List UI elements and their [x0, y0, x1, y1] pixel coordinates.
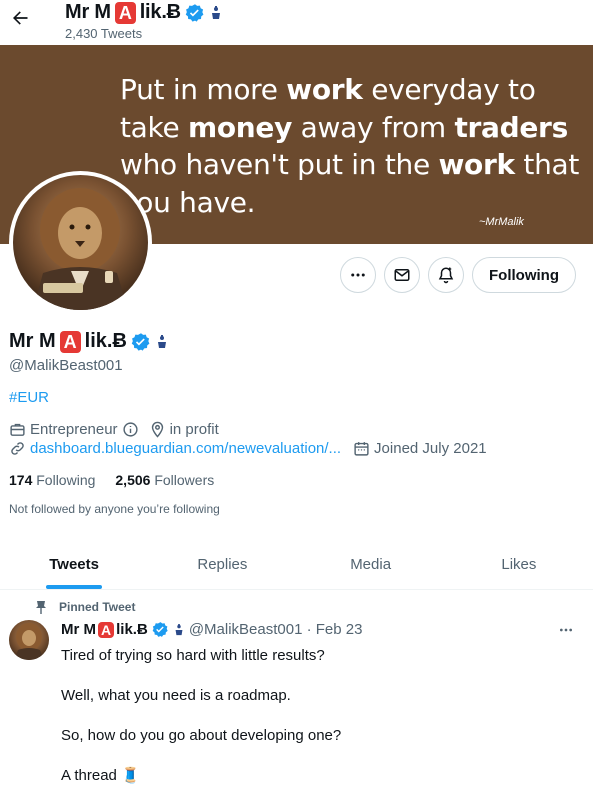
briefcase-icon — [10, 423, 25, 436]
tweet-more-button[interactable] — [555, 620, 577, 640]
shield-badge-icon — [209, 5, 223, 21]
follow-counts: 174 Following 2,506 Followers — [9, 472, 214, 488]
more-options-button[interactable] — [340, 257, 376, 293]
joined-item: Joined July 2021 — [353, 440, 487, 457]
following-label: Following — [36, 472, 96, 488]
header-name-prefix: Mr M — [65, 1, 111, 23]
back-arrow-icon[interactable] — [8, 6, 32, 30]
tab-label: Likes — [501, 556, 537, 573]
header-name: Mr M Alik.Ƀ — [65, 1, 223, 24]
followers-count-link[interactable]: 2,506 Followers — [115, 472, 214, 488]
tweet-name-red-a: A — [98, 621, 115, 638]
verified-badge-icon — [185, 3, 205, 23]
quote-bold: traders — [454, 110, 568, 144]
tab-media[interactable]: Media — [297, 540, 445, 589]
tweet-line: So, how do you go about developing one? — [61, 727, 342, 744]
more-dots-icon — [560, 628, 572, 632]
category-item: Entrepreneur — [9, 421, 139, 438]
location-pin-icon — [151, 421, 163, 438]
tweet-name-suffix: lik.Ƀ — [116, 621, 148, 638]
message-button[interactable] — [384, 257, 420, 293]
quote-bold: work — [438, 148, 515, 181]
profile-name-suffix: lik.Ƀ — [84, 330, 127, 352]
tab-replies[interactable]: Replies — [148, 540, 296, 589]
tab-label: Tweets — [49, 556, 99, 573]
verified-badge-icon[interactable] — [131, 332, 151, 352]
tweet-header: Mr M Alik.Ƀ @MalikBeast001 · Feb 23 — [61, 621, 362, 638]
tweet-count: 2,430 Tweets — [65, 26, 143, 41]
tab-likes[interactable]: Likes — [445, 540, 593, 589]
profile-meta-row-2: dashboard.blueguardian.com/newevaluation… — [9, 440, 487, 457]
profile-name-red-a: A — [59, 330, 81, 353]
website-link[interactable]: dashboard.blueguardian.com/newevaluation… — [30, 440, 341, 457]
notifications-button[interactable] — [428, 257, 464, 293]
profile-avatar[interactable] — [9, 171, 152, 314]
bell-plus-icon — [438, 267, 454, 284]
banner-quote: Put in more work everyday to take money … — [120, 71, 580, 221]
envelope-icon — [394, 269, 410, 281]
verified-badge-icon — [152, 621, 169, 638]
tab-label: Replies — [197, 556, 248, 573]
link-icon — [11, 442, 24, 455]
quote-text: away from — [292, 110, 455, 144]
tab-label: Media — [350, 556, 392, 573]
not-followed-note: Not followed by anyone you’re following — [9, 502, 220, 516]
joined-date: Joined July 2021 — [374, 440, 487, 457]
profile-handle: @MalikBeast001 — [9, 357, 123, 374]
quote-bold: money — [187, 110, 293, 144]
profile-name-prefix: Mr M — [9, 330, 56, 352]
lion-avatar-image — [13, 175, 148, 310]
category-label: Entrepreneur — [30, 421, 118, 438]
pinned-label: Pinned Tweet — [59, 600, 136, 614]
top-bar: Mr M Alik.Ƀ 2,430 Tweets — [0, 0, 597, 45]
website-item: dashboard.blueguardian.com/newevaluation… — [9, 440, 341, 457]
banner-signature: ~MrMalik — [479, 216, 524, 228]
followers-label: Followers — [154, 472, 215, 488]
pin-icon — [36, 601, 46, 614]
shield-badge-icon — [155, 334, 169, 350]
quote-text: Put in more — [120, 73, 287, 106]
location-label: in profit — [169, 421, 219, 438]
profile-meta-row: Entrepreneur in profit — [9, 421, 219, 438]
bio-hashtag-link[interactable]: #EUR — [9, 389, 49, 406]
tweet-handle-date[interactable]: @MalikBeast001 · Feb 23 — [189, 621, 363, 638]
tweet-body[interactable]: Tired of trying so hard with little resu… — [61, 646, 581, 788]
info-icon[interactable] — [122, 421, 139, 438]
profile-tabs: Tweets Replies Media Likes — [0, 540, 593, 590]
tab-tweets[interactable]: Tweets — [0, 540, 148, 589]
quote-text: who haven't put in the — [120, 148, 439, 181]
shield-badge-icon — [173, 623, 185, 637]
followers-count: 2,506 — [115, 472, 151, 488]
following-count-link[interactable]: 174 Following — [9, 472, 95, 488]
following-count: 174 — [9, 472, 33, 488]
tweet-author-name[interactable]: Mr M Alik.Ƀ — [61, 621, 148, 638]
tweet-line: A thread 🧵 — [61, 767, 140, 784]
tweet-line: Well, what you need is a roadmap. — [61, 687, 291, 704]
more-dots-icon — [351, 273, 365, 277]
tweet-name-prefix: Mr M — [61, 621, 96, 638]
active-tab-indicator — [46, 585, 103, 589]
pinned-indicator: Pinned Tweet — [35, 600, 135, 614]
quote-bold: work — [286, 73, 363, 106]
header-name-suffix: lik.Ƀ — [139, 1, 181, 23]
following-button[interactable]: Following — [472, 257, 576, 293]
profile-name: Mr M Alik.Ƀ — [9, 330, 169, 353]
header-name-red-a: A — [114, 1, 136, 24]
tweet-author-avatar[interactable] — [9, 620, 49, 660]
tweet-line: Tired of trying so hard with little resu… — [61, 647, 325, 664]
calendar-icon — [354, 442, 369, 456]
location-item: in profit — [149, 421, 219, 438]
